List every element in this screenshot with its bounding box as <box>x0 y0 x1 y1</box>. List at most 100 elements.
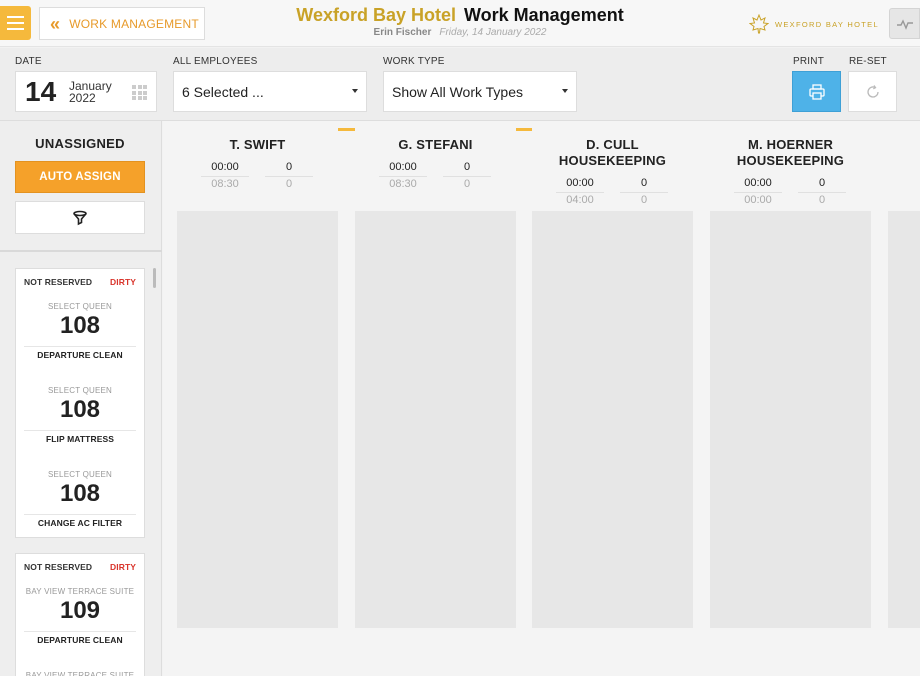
room-condition: DIRTY <box>110 277 136 287</box>
room-group: NOT RESERVED DIRTY BAY VIEW TERRACE SUIT… <box>15 553 145 676</box>
room-type: BAY VIEW TERRACE SUITE <box>25 671 135 676</box>
room-number: 108 <box>59 312 101 339</box>
employee-header: G. STEFANI 00:00 0 08:30 0 <box>355 121 516 211</box>
total-time: 08:30 <box>211 178 239 190</box>
room-number: 108 <box>59 480 101 507</box>
employee-name: M. HOERNER HOUSEKEEPING <box>710 137 871 169</box>
assigned-count: 0 <box>463 161 471 173</box>
filter-button[interactable] <box>15 201 145 234</box>
room-type: SELECT QUEEN <box>47 302 113 311</box>
scrollbar[interactable] <box>153 268 156 288</box>
employee-column[interactable]: T. SWIFT 00:00 0 08:30 0 <box>177 121 338 628</box>
auto-assign-button[interactable]: AUTO ASSIGN <box>15 161 145 193</box>
room-number: 108 <box>59 396 101 423</box>
caret-down-icon <box>352 89 358 93</box>
task-name: DEPARTURE CLEAN <box>37 350 123 360</box>
total-time: 00:00 <box>744 194 772 206</box>
assigned-count: 0 <box>640 177 648 189</box>
room-task-card[interactable]: SELECT QUEEN 108 DEPARTURE CLEAN <box>16 295 144 369</box>
brand-text: WEXFORD BAY HOTEL <box>775 19 879 29</box>
date-year: 2022 <box>69 91 96 105</box>
employee-header: M. HOERNER HOUSEKEEPING 00:00 0 00:00 0 <box>710 121 871 211</box>
user-name: Erin Fischer <box>373 27 432 38</box>
employee-name: G. STEFANI <box>398 137 473 152</box>
funnel-icon <box>73 210 87 225</box>
worktype-label: WORK TYPE <box>383 56 445 67</box>
total-count: 0 <box>463 178 471 190</box>
double-chevron-left-icon: « <box>50 13 61 34</box>
total-count: 0 <box>818 194 826 206</box>
reset-button[interactable] <box>848 71 897 112</box>
assigned-time: 00:00 <box>211 161 239 173</box>
unassigned-panel: UNASSIGNED AUTO ASSIGN NOT RESERVED DIRT… <box>0 121 162 676</box>
back-button[interactable]: « WORK MANAGEMENT <box>39 7 205 40</box>
room-task-card[interactable]: BAY VIEW TERRACE SUITE <box>16 654 144 676</box>
activity-icon <box>896 18 913 30</box>
employee-header: T. SWIFT 00:00 0 08:30 0 <box>177 121 338 211</box>
room-number: 109 <box>59 597 101 624</box>
printer-icon <box>808 83 825 100</box>
refresh-icon <box>866 84 879 98</box>
room-task-card[interactable]: BAY VIEW TERRACE SUITE 109 DEPARTURE CLE… <box>16 580 144 654</box>
total-time: 08:30 <box>389 178 417 190</box>
employee-name: D. CULL HOUSEKEEPING <box>532 137 693 169</box>
employee-column[interactable]: G. STEFANI 00:00 0 08:30 0 <box>355 121 516 628</box>
back-button-label: WORK MANAGEMENT <box>69 16 199 31</box>
task-name: DEPARTURE CLEAN <box>37 635 123 645</box>
employees-select-value: 6 Selected ... <box>182 83 264 100</box>
total-count: 0 <box>640 194 648 206</box>
app-title: Work Management <box>464 5 624 25</box>
employee-column[interactable]: M. HOERNER HOUSEKEEPING 00:00 0 00:00 0 <box>710 121 871 628</box>
room-type: BAY VIEW TERRACE SUITE <box>25 587 135 596</box>
caret-down-icon <box>562 89 568 93</box>
calendar-grid-icon[interactable] <box>132 85 147 100</box>
employee-department: HOUSEKEEPING <box>558 153 667 168</box>
hamburger-icon <box>7 16 24 18</box>
employees-select[interactable]: 6 Selected ... <box>173 71 367 112</box>
employee-column[interactable] <box>888 121 920 628</box>
total-time: 04:00 <box>566 194 594 206</box>
room-task-card[interactable]: SELECT QUEEN 108 FLIP MATTRESS <box>16 369 144 453</box>
brand-logo: WEXFORD BAY HOTEL <box>749 14 879 34</box>
worktype-select[interactable]: Show All Work Types <box>383 71 577 112</box>
assigned-time: 00:00 <box>744 177 772 189</box>
employee-header: D. CULL HOUSEKEEPING 00:00 0 04:00 0 <box>532 121 693 211</box>
employee-header <box>888 121 920 211</box>
assigned-time: 00:00 <box>566 177 594 189</box>
date-day: 14 <box>25 76 57 107</box>
room-task-card[interactable]: SELECT QUEEN 108 CHANGE AC FILTER <box>16 453 144 537</box>
date-picker[interactable]: 14 January 2022 <box>15 71 157 112</box>
employee-department: HOUSEKEEPING <box>736 153 845 168</box>
group-header: NOT RESERVED DIRTY <box>16 269 144 295</box>
assigned-count: 0 <box>818 177 826 189</box>
filter-bar: DATE 14 January 2022 ALL EMPLOYEES 6 Sel… <box>0 48 920 121</box>
activity-button[interactable] <box>889 8 920 39</box>
room-condition: DIRTY <box>110 562 136 572</box>
unassigned-title: UNASSIGNED <box>35 136 125 151</box>
date-label: DATE <box>15 56 42 67</box>
assignment-board: T. SWIFT 00:00 0 08:30 0 G. STEFANI 00:0… <box>163 121 920 676</box>
task-name: FLIP MATTRESS <box>45 434 115 444</box>
hotel-name: Wexford Bay Hotel <box>296 5 456 25</box>
room-type: SELECT QUEEN <box>47 386 113 395</box>
assigned-time: 00:00 <box>389 161 417 173</box>
room-type: SELECT QUEEN <box>47 470 113 479</box>
print-label: PRINT <box>793 56 824 67</box>
reservation-status: NOT RESERVED <box>24 562 93 572</box>
reset-label: RE-SET <box>849 56 887 67</box>
employee-column[interactable]: D. CULL HOUSEKEEPING 00:00 0 04:00 0 <box>532 121 693 628</box>
employees-label: ALL EMPLOYEES <box>173 56 258 67</box>
reservation-status: NOT RESERVED <box>24 277 93 287</box>
menu-button[interactable] <box>0 6 31 40</box>
total-count: 0 <box>285 178 293 190</box>
print-button[interactable] <box>792 71 841 112</box>
app-header: « WORK MANAGEMENT Wexford Bay Hotel Work … <box>0 0 920 47</box>
worktype-select-value: Show All Work Types <box>392 83 523 100</box>
assigned-count: 0 <box>285 161 293 173</box>
header-date: Friday, 14 January 2022 <box>439 27 547 38</box>
group-header: NOT RESERVED DIRTY <box>16 554 144 580</box>
task-name: CHANGE AC FILTER <box>37 518 123 528</box>
page-title: Wexford Bay Hotel Work Management Erin Fi… <box>240 5 680 38</box>
maple-leaf-icon <box>749 14 769 34</box>
divider <box>0 250 162 252</box>
